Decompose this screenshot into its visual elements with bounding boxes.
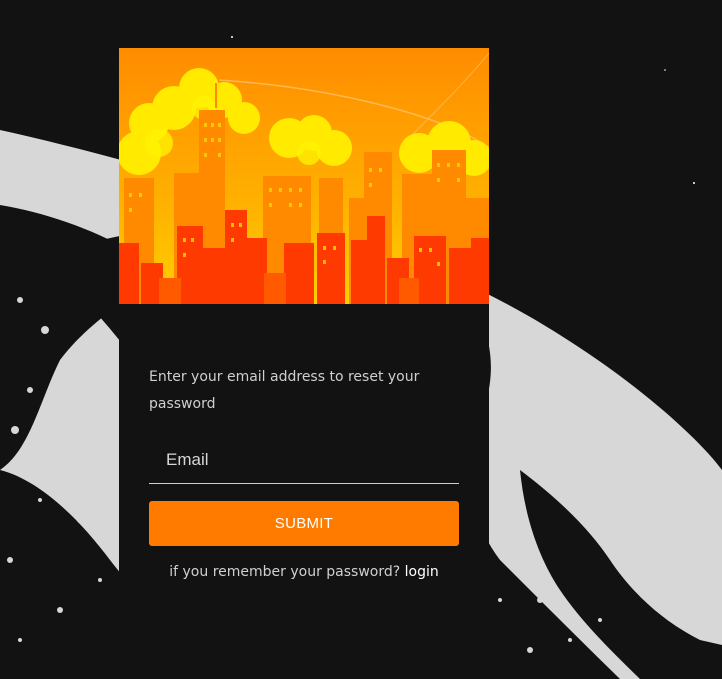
submit-button[interactable]: SUBMIT xyxy=(149,501,459,546)
login-link[interactable]: login xyxy=(405,564,439,580)
city-skyline-illustration xyxy=(119,48,489,304)
login-prompt: if you remember your password? login xyxy=(149,564,459,580)
reset-password-form: Enter your email address to reset your p… xyxy=(149,364,459,580)
email-input[interactable] xyxy=(149,446,459,482)
reset-instructions: Enter your email address to reset your p… xyxy=(149,369,420,412)
email-field xyxy=(149,446,459,484)
reset-password-card: Enter your email address to reset your p… xyxy=(119,48,489,679)
remember-password-text: if you remember your password? xyxy=(169,564,401,580)
